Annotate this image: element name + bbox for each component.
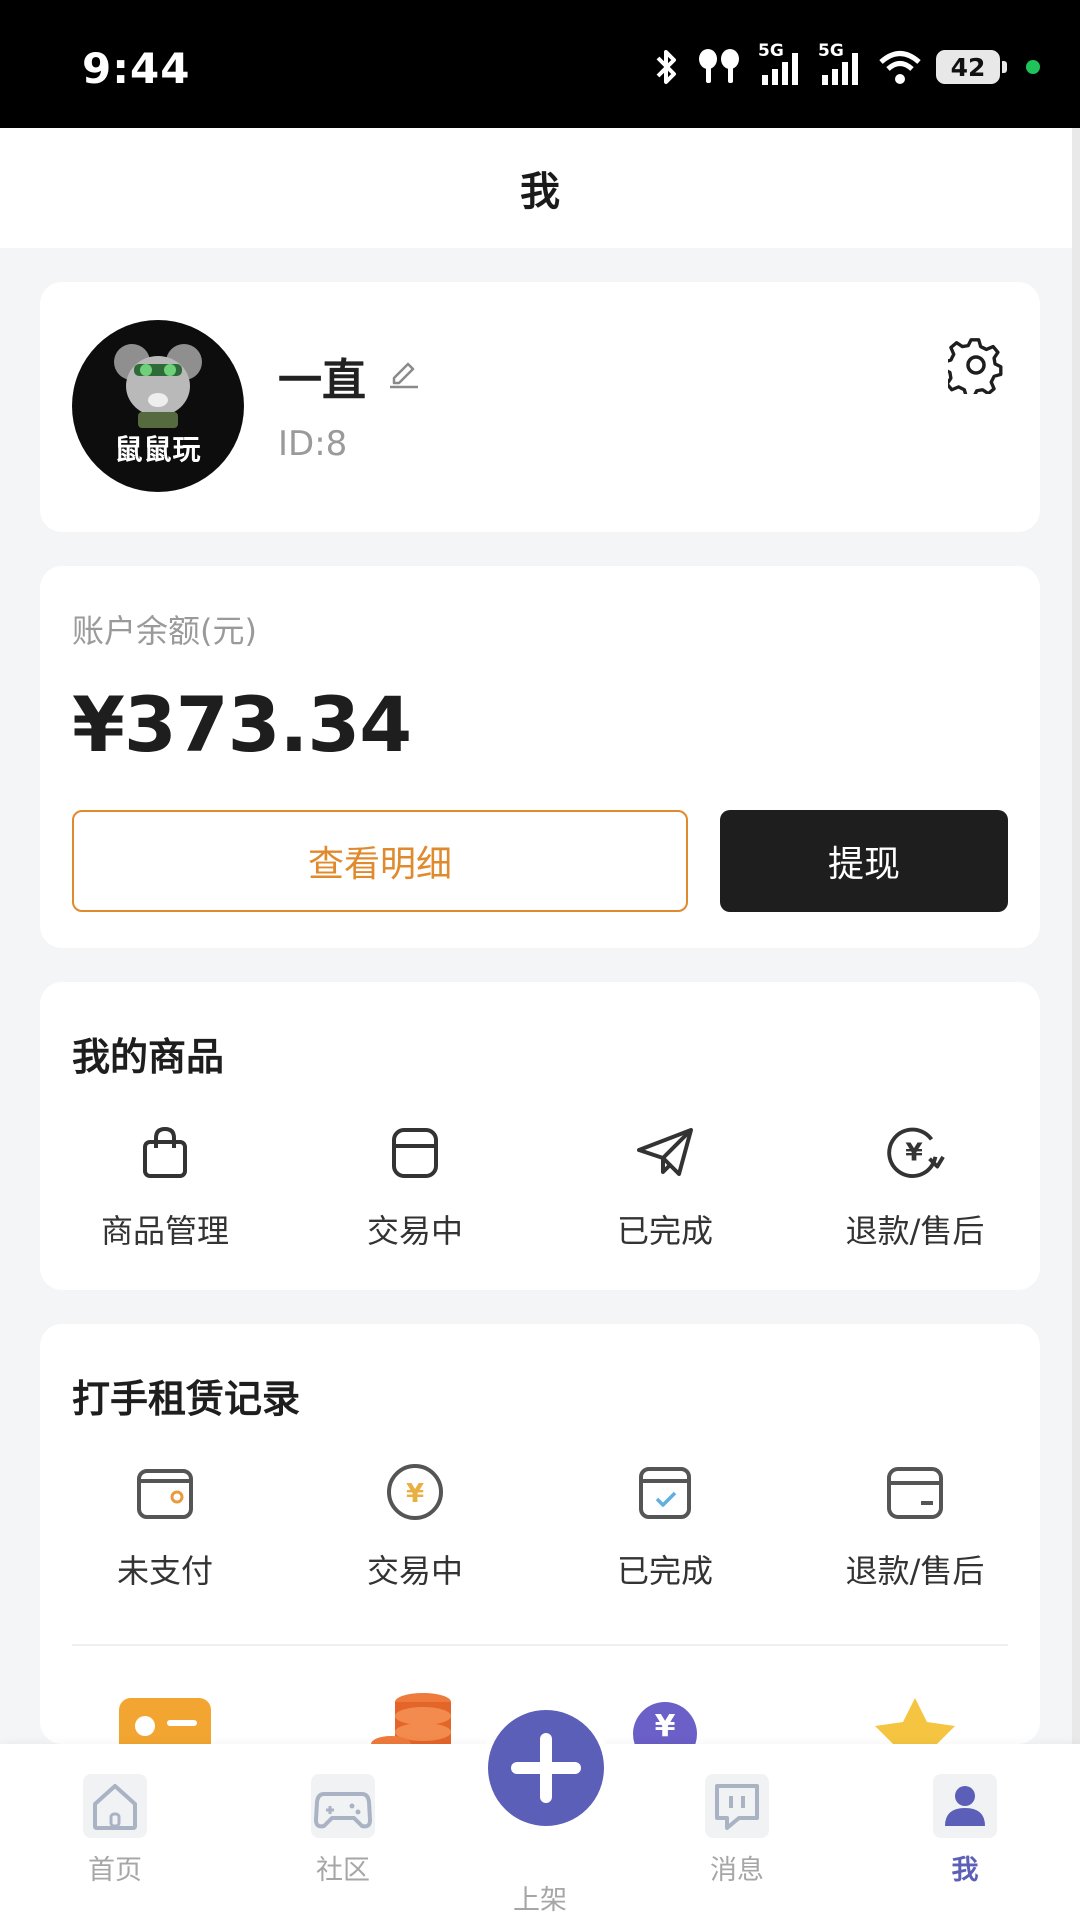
status-icons: 5G 5G 42: [652, 41, 1040, 90]
user-icon: [945, 1786, 985, 1826]
inbox-icon: [392, 1128, 438, 1178]
my-goods-card: 我的商品 商品管理 交易中 已完成 ¥ 退款/售后: [40, 982, 1040, 1290]
completed-box-icon: [639, 1467, 691, 1519]
coins-icon: [371, 1693, 451, 1744]
signal-icon: 5G: [818, 41, 864, 87]
grid-item-label: 退款/售后: [845, 1212, 985, 1250]
nav-me[interactable]: 我: [895, 1774, 1035, 1887]
user-name: 一直: [278, 355, 366, 406]
paper-plane-icon: [637, 1128, 693, 1176]
divider: [72, 1644, 1008, 1646]
rental-grid: 未支付 ¥ 交易中 已完成 退款/售后: [40, 1460, 1040, 1592]
grid-item-label: 未支付: [116, 1552, 213, 1590]
nav-label: 社区: [316, 1855, 370, 1886]
svg-text:¥: ¥: [655, 1709, 676, 1744]
nav-label: 消息: [710, 1855, 764, 1886]
yen-badge-icon: ¥: [633, 1702, 697, 1744]
home-icon: [93, 1784, 137, 1830]
avatar[interactable]: 鼠鼠玩: [72, 320, 244, 492]
goods-completed-item[interactable]: 已完成: [540, 1120, 790, 1252]
message-icon: [715, 1784, 759, 1830]
gear-icon[interactable]: [948, 338, 1004, 394]
grid-item-label: 商品管理: [100, 1212, 229, 1250]
nav-home[interactable]: 首页: [45, 1774, 185, 1887]
id-card-icon: [119, 1698, 211, 1744]
bluetooth-icon: [656, 50, 676, 84]
battery-icon: 42: [936, 50, 1007, 84]
status-time: 9:44: [82, 44, 191, 93]
rental-refund-item[interactable]: 退款/售后: [790, 1460, 1040, 1592]
edit-icon[interactable]: [386, 354, 422, 390]
scrollbar[interactable]: [1072, 128, 1080, 1744]
nav-community[interactable]: 社区: [273, 1774, 413, 1887]
section-title: 打手租赁记录: [72, 1377, 301, 1421]
nav-label: 上架: [513, 1885, 567, 1916]
grid-item-label: 退款/售后: [845, 1552, 985, 1590]
goods-trading-item[interactable]: 交易中: [290, 1120, 540, 1252]
balance-amount: ¥373.34: [72, 680, 412, 769]
bottom-nav: 首页 社区 上架 消息 我: [0, 1704, 1080, 1920]
nav-label: 首页: [88, 1855, 142, 1886]
svg-text:¥: ¥: [406, 1479, 424, 1509]
grid-item-label: 交易中: [366, 1552, 463, 1590]
star-icon: [875, 1698, 955, 1744]
profile-card: 鼠鼠玩 一直 ID:8: [40, 282, 1040, 532]
wifi-icon: [879, 51, 921, 84]
title-bar: 我: [0, 128, 1080, 248]
privacy-indicator: [1026, 60, 1040, 74]
withdraw-button[interactable]: 提现: [720, 810, 1008, 912]
balance-label: 账户余额(元): [72, 612, 257, 650]
rental-trading-item[interactable]: ¥ 交易中: [290, 1460, 540, 1592]
goods-manage-item[interactable]: 商品管理: [40, 1120, 290, 1252]
goods-refund-item[interactable]: ¥ 退款/售后: [790, 1120, 1040, 1252]
yen-coin-icon: ¥: [387, 1464, 443, 1520]
tool-item[interactable]: [790, 1692, 1040, 1744]
grid-item-label: 交易中: [366, 1212, 463, 1250]
plus-icon: [511, 1733, 581, 1803]
rental-completed-item[interactable]: 已完成: [540, 1460, 790, 1592]
goods-grid: 商品管理 交易中 已完成 ¥ 退款/售后: [40, 1120, 1040, 1252]
refund-yen-icon: ¥: [887, 1127, 945, 1178]
view-details-button[interactable]: 查看明细: [72, 810, 688, 912]
nav-messages[interactable]: 消息: [667, 1774, 807, 1887]
rental-records-card: 打手租赁记录 未支付 ¥ 交易中 已完成 退款/售后 ¥: [40, 1324, 1040, 1744]
card-icon: [887, 1467, 943, 1519]
section-title: 我的商品: [72, 1035, 225, 1079]
earbuds-icon: [699, 49, 739, 83]
add-listing-button[interactable]: [482, 1704, 610, 1832]
signal-icon: 5G: [758, 41, 804, 87]
rental-unpaid-item[interactable]: 未支付: [40, 1460, 290, 1592]
status-bar: 9:44 5G 5G 42: [0, 0, 1080, 128]
avatar-text: 鼠鼠玩: [114, 433, 202, 466]
tool-item[interactable]: [40, 1692, 290, 1744]
grid-item-label: 已完成: [616, 1552, 713, 1590]
user-id: ID:8: [278, 424, 348, 464]
balance-card: 账户余额(元) ¥373.34 查看明细 提现: [40, 566, 1040, 948]
grid-item-label: 已完成: [616, 1212, 713, 1250]
gamepad-icon: [314, 1792, 372, 1829]
wallet-icon: [137, 1469, 193, 1519]
page-title: 我: [520, 169, 560, 215]
shopping-bag-icon: [143, 1126, 187, 1178]
nav-label: 我: [951, 1855, 979, 1886]
svg-text:¥: ¥: [905, 1138, 923, 1167]
